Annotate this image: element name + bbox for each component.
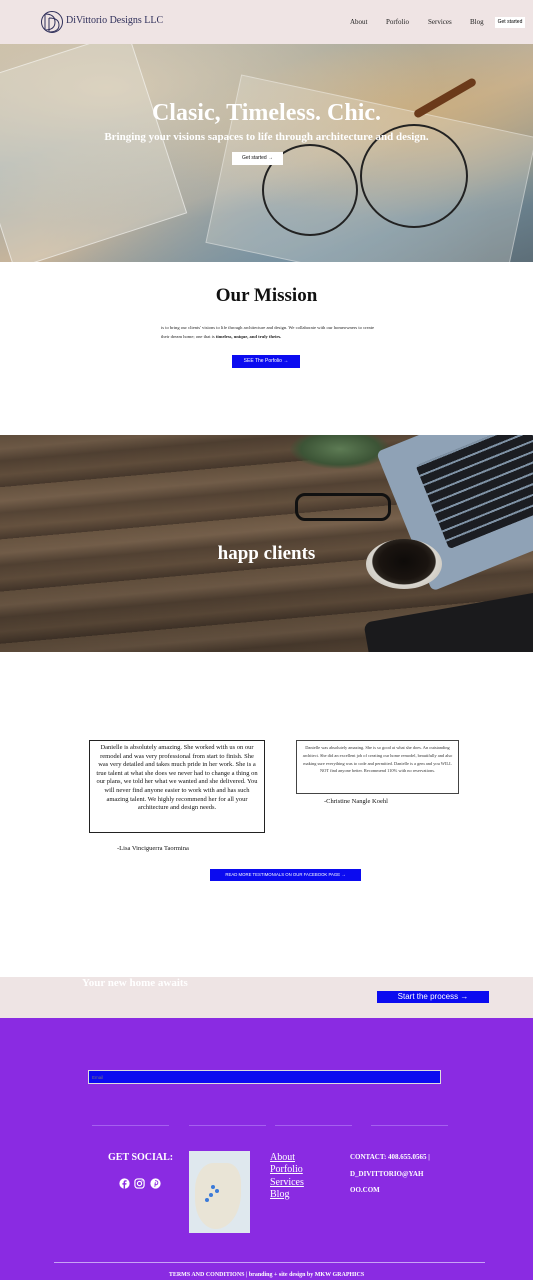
- clients-title: happ clients: [217, 543, 316, 564]
- nav-portfolio[interactable]: Porfolio: [386, 18, 409, 26]
- footer-link-blog[interactable]: Blog: [270, 1189, 289, 1202]
- hero-title: Clasic, Timeless. Chic.: [151, 100, 382, 126]
- eyeglasses-image: [295, 493, 391, 521]
- footer-link-portfolio[interactable]: Porfolio: [270, 1164, 303, 1177]
- social-title: GET SOCIAL:: [108, 1152, 174, 1163]
- map-pin-icon: [215, 1189, 219, 1193]
- contact-line[interactable]: OO.COM: [350, 1182, 440, 1199]
- mission-text: is to bring our clients' visions to life…: [161, 323, 381, 341]
- footer-divider: [189, 1125, 266, 1126]
- map-landmass: [195, 1163, 241, 1229]
- site-footer: [0, 1018, 533, 1280]
- contact-info: CONTACT: 408.655.0565 | D_DIVITTORIO@YAH…: [350, 1149, 440, 1199]
- hero-banner: Clasic, Timeless. Chic. Bringing your vi…: [0, 44, 533, 262]
- pinterest-icon[interactable]: [150, 1178, 161, 1189]
- nav-about[interactable]: About: [350, 18, 368, 26]
- map-pin-icon: [209, 1193, 213, 1197]
- dd-monogram-logo[interactable]: [40, 10, 64, 34]
- footer-legal-text[interactable]: TERMS AND CONDITIONS | branding + site d…: [0, 1272, 533, 1278]
- brand-name[interactable]: DiVittorio Designs LLC: [66, 15, 163, 26]
- footer-link-about[interactable]: About: [270, 1152, 295, 1165]
- testimonial-card: Danielle was absolutely amazing. She is …: [296, 740, 459, 794]
- contact-line[interactable]: D_DIVITTORIO@YAH: [350, 1166, 440, 1183]
- plant-image: [290, 435, 390, 469]
- get-started-button[interactable]: Get started: [495, 17, 525, 28]
- hero-get-started-button[interactable]: Get started →: [232, 152, 283, 165]
- instagram-icon[interactable]: [134, 1178, 145, 1189]
- nav-services[interactable]: Services: [428, 18, 452, 26]
- location-map[interactable]: [189, 1151, 250, 1233]
- map-pin-icon: [205, 1198, 209, 1202]
- cta-text: Your new home awaits: [82, 977, 188, 989]
- mission-text-emphasis: timeless, unique, and truly theirs.: [215, 334, 282, 339]
- phone-image: [363, 588, 533, 652]
- contact-line: CONTACT: 408.655.0565 |: [350, 1153, 430, 1161]
- mission-title: Our Mission: [215, 285, 318, 306]
- facebook-icon[interactable]: [119, 1178, 130, 1189]
- map-pin-icon: [211, 1185, 215, 1189]
- map-paper-image: [0, 44, 188, 262]
- footer-divider: [371, 1125, 448, 1126]
- footer-divider: [54, 1262, 485, 1263]
- start-process-button[interactable]: Start the process →: [377, 991, 489, 1003]
- read-more-testimonials-button[interactable]: READ MORE TESTIMONIALS ON OUR FACEBOOK P…: [210, 869, 361, 881]
- testimonial-author: -Christine Nangle Koehl: [324, 798, 388, 805]
- footer-divider: [92, 1125, 169, 1126]
- hero-subtitle: Bringing your visions sapaces to life th…: [104, 131, 429, 143]
- nav-blog[interactable]: Blog: [470, 18, 484, 26]
- clients-banner: happ clients: [0, 435, 533, 652]
- footer-link-services[interactable]: Services: [270, 1177, 304, 1190]
- footer-divider: [275, 1125, 352, 1126]
- email-field[interactable]: [88, 1070, 441, 1084]
- testimonial-card: Danielle is absolutely amazing. She work…: [89, 740, 265, 833]
- see-portfolio-button[interactable]: SEE The Porfolio →: [232, 355, 300, 368]
- testimonial-author: -Lisa Vinciguerra Taormina: [117, 845, 189, 852]
